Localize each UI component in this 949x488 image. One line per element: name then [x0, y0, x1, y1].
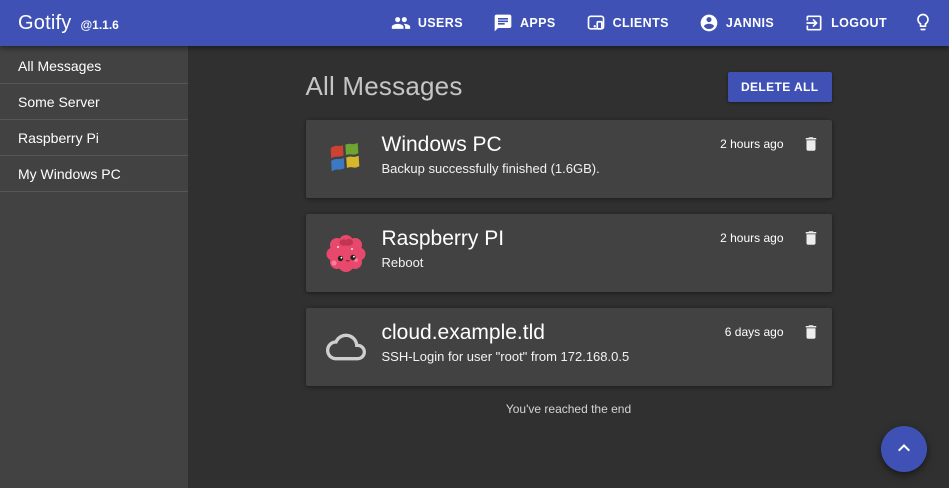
message-timestamp: 2 hours ago	[720, 135, 783, 153]
message-title: Windows PC	[382, 132, 721, 157]
end-of-list-text: You've reached the end	[306, 402, 832, 416]
message-timestamp: 2 hours ago	[720, 229, 783, 247]
cloud-icon	[326, 327, 366, 367]
nav-logout-label: LOGOUT	[831, 16, 887, 30]
message-text: SSH-Login for user "root" from 172.168.0…	[382, 349, 725, 364]
sidebar-item-my-windows-pc[interactable]: My Windows PC	[0, 156, 188, 192]
account-circle-icon	[699, 13, 719, 33]
nav-users[interactable]: USERS	[391, 13, 463, 33]
brand: Gotify @1.1.6	[18, 12, 119, 35]
delete-all-button[interactable]: DELETE ALL	[728, 72, 832, 102]
sidebar-item-raspberry-pi[interactable]: Raspberry Pi	[0, 120, 188, 156]
raspberry-logo	[326, 233, 366, 273]
scroll-to-top-button[interactable]	[881, 426, 927, 472]
sidebar: All Messages Some Server Raspberry Pi My…	[0, 46, 188, 488]
chevron-up-icon	[892, 436, 916, 463]
delete-message-button[interactable]	[802, 229, 820, 250]
message-timestamp: 6 days ago	[725, 323, 784, 341]
sidebar-item-label: All Messages	[18, 58, 101, 74]
delete-message-button[interactable]	[802, 135, 820, 156]
theme-toggle-button[interactable]	[913, 12, 933, 35]
message-card-raspberry-pi: Raspberry PI Reboot 2 hours ago	[306, 214, 832, 292]
app-title: Gotify	[18, 12, 71, 35]
trash-icon	[802, 229, 820, 250]
top-nav: USERS APPS CLIENTS JANNIS	[361, 12, 933, 35]
trash-icon	[802, 135, 820, 156]
sidebar-item-label: My Windows PC	[18, 166, 121, 182]
page-title: All Messages	[306, 71, 463, 102]
main-area: All Messages DELETE ALL Windows PC Backu…	[188, 46, 949, 488]
nav-logout[interactable]: LOGOUT	[804, 13, 887, 33]
windows-logo	[326, 139, 366, 179]
message-text: Reboot	[382, 255, 721, 270]
nav-user-jannis[interactable]: JANNIS	[699, 13, 774, 33]
nav-user-label: JANNIS	[726, 16, 774, 30]
message-title: Raspberry PI	[382, 226, 721, 251]
devices-icon	[586, 13, 606, 33]
message-title: cloud.example.tld	[382, 320, 725, 345]
sidebar-item-label: Raspberry Pi	[18, 130, 99, 146]
users-icon	[391, 13, 411, 33]
message-text: Backup successfully finished (1.6GB).	[382, 161, 721, 176]
nav-apps-label: APPS	[520, 16, 556, 30]
sidebar-item-label: Some Server	[18, 94, 100, 110]
lightbulb-icon	[913, 12, 933, 35]
message-card-windows-pc: Windows PC Backup successfully finished …	[306, 120, 832, 198]
delete-message-button[interactable]	[802, 323, 820, 344]
trash-icon	[802, 323, 820, 344]
sidebar-item-all-messages[interactable]: All Messages	[0, 48, 188, 84]
sidebar-item-some-server[interactable]: Some Server	[0, 84, 188, 120]
nav-apps[interactable]: APPS	[493, 13, 556, 33]
nav-users-label: USERS	[418, 16, 463, 30]
app-bar: Gotify @1.1.6 USERS APPS CLIENTS	[0, 0, 949, 46]
message-card-cloud: cloud.example.tld SSH-Login for user "ro…	[306, 308, 832, 386]
nav-clients[interactable]: CLIENTS	[586, 13, 669, 33]
nav-clients-label: CLIENTS	[613, 16, 669, 30]
logout-icon	[804, 13, 824, 33]
chat-icon	[493, 13, 513, 33]
app-version: @1.1.6	[80, 18, 118, 32]
